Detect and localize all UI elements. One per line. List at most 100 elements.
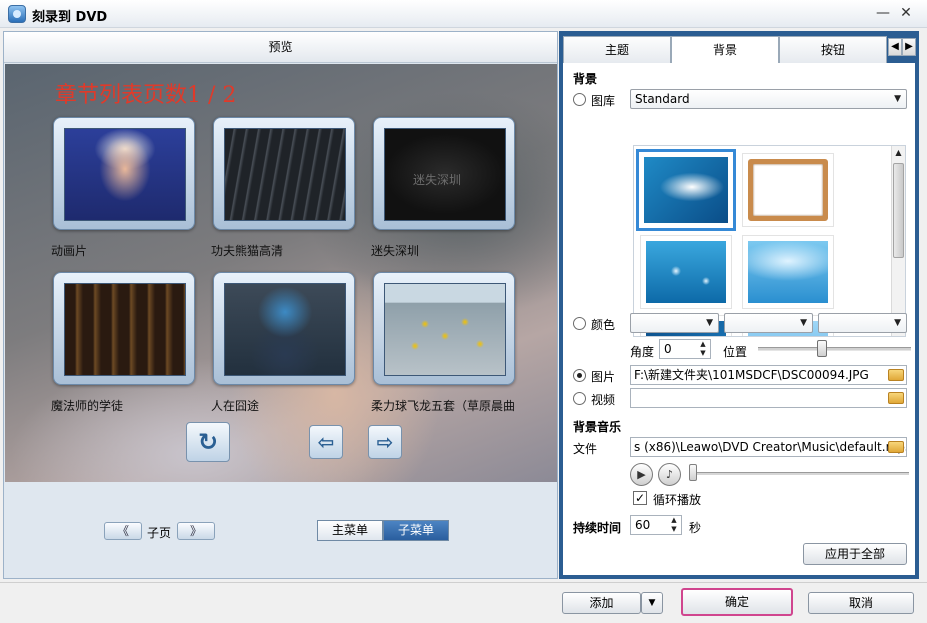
tab-scroll-right-icon[interactable]: ▶ (902, 38, 916, 56)
color-label: 颜色 (591, 318, 616, 332)
chapter-label-3: 迷失深圳 (371, 244, 420, 258)
loop-label: 循环播放 (653, 493, 702, 507)
settings-panel: 主题 背景 按钮 ◀ ▶ 背景 图库 Standard ▼ ▲ ▼ 颜色 ▼ ▼ (559, 31, 919, 579)
chapter-label-2: 功夫熊猫高清 (211, 244, 284, 258)
main-menu-button[interactable]: 主菜单 (317, 520, 383, 541)
apply-all-button[interactable]: 应用于全部 (803, 543, 907, 565)
chapter-label-4: 魔法师的学徒 (51, 399, 124, 413)
chevron-down-icon: ▼ (800, 318, 807, 328)
chapter-thumb-image (64, 283, 186, 376)
chevron-down-icon: ▼ (894, 318, 901, 328)
chevron-down-icon: ▼ (706, 318, 713, 328)
menu-preview-canvas: 章节列表页数1 / 2 迷失深圳 动画片 功夫熊猫高清 迷失深圳 魔法师的学徒 … (5, 64, 557, 482)
stepper-arrows-icon[interactable]: ▲ ▼ (668, 516, 680, 534)
music-section-title: 背景音乐 (573, 420, 622, 434)
tab-buttons[interactable]: 按钮 (779, 36, 887, 63)
image-label: 图片 (591, 370, 616, 384)
gallery-image (748, 241, 828, 303)
cancel-button[interactable]: 取消 (808, 592, 914, 614)
chapter-thumb-image (224, 128, 346, 221)
duration-label: 持续时间 (573, 521, 622, 535)
color-select-3[interactable]: ▼ (818, 313, 907, 333)
library-select-value: Standard (635, 92, 690, 106)
chapter-thumb-2[interactable] (213, 117, 355, 230)
folder-icon[interactable] (888, 441, 904, 453)
image-radio[interactable] (573, 369, 586, 382)
gallery-scrollbar[interactable]: ▲ ▼ (891, 146, 905, 336)
color-radio[interactable] (573, 317, 586, 330)
video-path-field[interactable] (630, 388, 907, 408)
chapter-thumb-image: 迷失深圳 (384, 128, 506, 221)
video-label: 视频 (591, 393, 616, 407)
add-button[interactable]: 添加 (562, 592, 641, 614)
position-slider[interactable] (758, 347, 911, 351)
library-select[interactable]: Standard ▼ (630, 89, 907, 109)
duration-stepper[interactable]: 60 ▲ ▼ (630, 515, 682, 535)
gallery-item-2[interactable] (742, 153, 834, 227)
chapter-label-5: 人在囧途 (211, 399, 260, 413)
image-path-value: F:\新建文件夹\101MSDCF\DSC00094.JPG (634, 368, 869, 382)
video-radio[interactable] (573, 392, 586, 405)
prev-page-icon[interactable]: ⇦ (309, 425, 343, 459)
gallery-item-4[interactable] (742, 235, 834, 309)
chapter-list-title: 章节列表页数1 / 2 (55, 83, 237, 108)
preview-header: 预览 (4, 32, 557, 63)
music-path-field[interactable]: s (x86)\Leawo\DVD Creator\Music\default.… (630, 437, 907, 457)
minimize-button[interactable]: — (873, 4, 893, 22)
folder-icon[interactable] (888, 369, 904, 381)
return-icon[interactable]: ↻ (186, 422, 230, 462)
scroll-up-icon[interactable]: ▲ (892, 146, 905, 160)
position-slider-handle[interactable] (817, 340, 828, 357)
play-icon[interactable]: ▶ (630, 463, 653, 486)
close-button[interactable]: ✕ (896, 4, 916, 22)
background-gallery: ▲ ▼ (633, 145, 906, 337)
gallery-scroll-thumb[interactable] (893, 163, 904, 258)
tab-scroll-left-icon[interactable]: ◀ (888, 38, 902, 56)
chapter-thumb-1[interactable] (53, 117, 195, 230)
title-bar: 刻录到 DVD — ✕ (0, 0, 927, 28)
thumb-watermark-text: 迷失深圳 (413, 173, 462, 187)
chapter-label-1: 动画片 (51, 244, 88, 258)
background-tab-content: 背景 图库 Standard ▼ ▲ ▼ 颜色 ▼ ▼ ▼ 角度 0 (563, 63, 915, 575)
chapter-thumb-6[interactable] (373, 272, 515, 385)
gallery-image (646, 241, 726, 303)
tab-background[interactable]: 背景 (671, 36, 779, 64)
library-label: 图库 (591, 94, 616, 108)
chevron-down-icon: ▼ (894, 94, 901, 104)
duration-value: 60 (635, 518, 651, 532)
angle-stepper[interactable]: 0 ▲ ▼ (659, 339, 711, 359)
gallery-image (644, 157, 728, 223)
position-label: 位置 (723, 345, 748, 359)
loop-checkbox[interactable]: ✓ (633, 491, 647, 505)
angle-value: 0 (664, 342, 672, 356)
chapter-thumb-5[interactable] (213, 272, 355, 385)
window-title: 刻录到 DVD (32, 10, 108, 25)
stepper-arrows-icon[interactable]: ▲ ▼ (697, 340, 709, 358)
chapter-thumb-image (384, 283, 506, 376)
chapter-thumb-image (224, 283, 346, 376)
tab-theme[interactable]: 主题 (563, 36, 671, 63)
library-radio[interactable] (573, 93, 586, 106)
color-select-1[interactable]: ▼ (630, 313, 719, 333)
gallery-item-3[interactable] (640, 235, 732, 309)
chapter-thumb-4[interactable] (53, 272, 195, 385)
music-progress-slider[interactable] (691, 472, 909, 475)
color-select-2[interactable]: ▼ (724, 313, 813, 333)
subpage-next-button[interactable]: 》 (177, 522, 215, 540)
footer-bar: 添加 ▼ 确定 取消 (0, 582, 927, 623)
add-dropdown-icon[interactable]: ▼ (641, 592, 663, 614)
sub-menu-button[interactable]: 子菜单 (383, 520, 449, 541)
subpage-prev-button[interactable]: 《 (104, 522, 142, 540)
music-path-value: s (x86)\Leawo\DVD Creator\Music\default.… (634, 440, 907, 454)
angle-label: 角度 (630, 345, 655, 359)
chapter-thumb-3[interactable]: 迷失深圳 (373, 117, 515, 230)
folder-icon[interactable] (888, 392, 904, 404)
gallery-item-1[interactable] (636, 149, 736, 231)
image-path-field[interactable]: F:\新建文件夹\101MSDCF\DSC00094.JPG (630, 365, 907, 385)
preview-panel: 预览 章节列表页数1 / 2 迷失深圳 动画片 功夫熊猫高清 迷失深圳 魔法师的… (3, 31, 558, 579)
ok-button[interactable]: 确定 (681, 588, 793, 616)
music-note-icon[interactable]: ♪ (658, 463, 681, 486)
music-slider-handle[interactable] (689, 464, 697, 481)
app-dvd-icon (8, 5, 26, 23)
next-page-icon[interactable]: ⇨ (368, 425, 402, 459)
